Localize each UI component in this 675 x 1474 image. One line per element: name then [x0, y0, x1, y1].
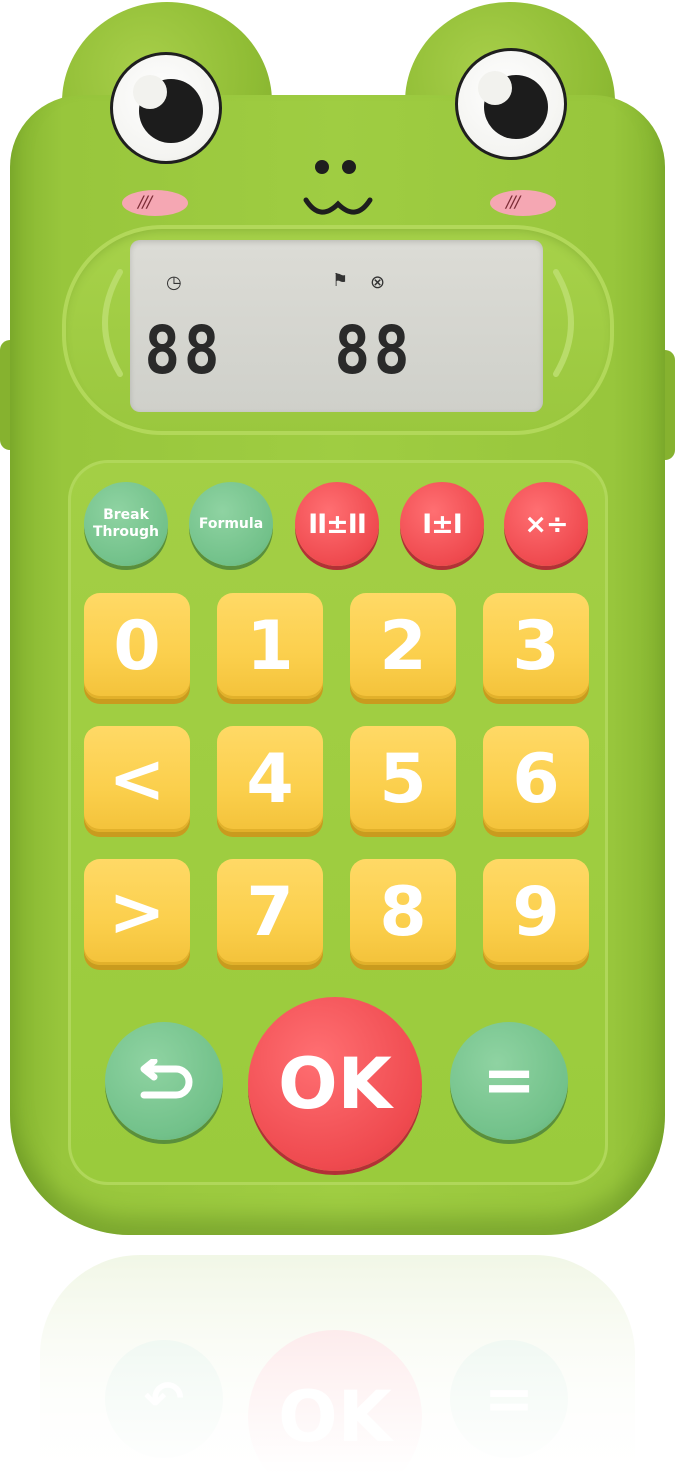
ok-button[interactable]: OK	[248, 997, 422, 1171]
lcd-right-digits: 88	[334, 312, 414, 389]
key-5[interactable]: 5	[350, 726, 456, 832]
key-0[interactable]: 0	[84, 593, 190, 699]
display-right-bracket	[553, 269, 574, 377]
left-nostril	[315, 160, 329, 174]
clock-icon: ◷	[166, 272, 182, 293]
break-through-label: Break Through	[93, 507, 159, 540]
right-eye	[455, 48, 567, 160]
plus-minus-button[interactable]: I±I	[400, 482, 484, 566]
key-2[interactable]: 2	[350, 593, 456, 699]
right-pupil	[478, 71, 548, 139]
double-plus-minus-label: II±II	[308, 508, 367, 540]
reflection-fade	[0, 1255, 675, 1474]
multiply-divide-label: ×÷	[524, 508, 568, 540]
formula-label: Formula	[198, 515, 264, 532]
left-pupil	[133, 75, 203, 143]
formula-button[interactable]: Formula	[189, 482, 273, 566]
lcd-left-digits: 88	[144, 312, 224, 389]
frog-calculator-toy: /// /// ◷ ⚑ ⊗ 88 88 Break Through Formul…	[0, 0, 675, 1240]
multiply-divide-button[interactable]: ×÷	[504, 482, 588, 566]
key-9[interactable]: 9	[483, 859, 589, 965]
equals-button[interactable]: =	[450, 1022, 568, 1140]
key-4[interactable]: 4	[217, 726, 323, 832]
key-1[interactable]: 1	[217, 593, 323, 699]
left-eye	[110, 52, 222, 164]
key-6[interactable]: 6	[483, 726, 589, 832]
display-left-bracket	[102, 269, 123, 377]
back-button[interactable]	[105, 1022, 223, 1140]
return-arrow-icon	[140, 1059, 193, 1099]
left-cheek: ///	[122, 190, 188, 216]
plus-minus-label: I±I	[422, 508, 463, 540]
break-through-button[interactable]: Break Through	[84, 482, 168, 566]
smile-mouth	[303, 197, 373, 215]
right-cheek: ///	[490, 190, 556, 216]
key-8[interactable]: 8	[350, 859, 456, 965]
key-7[interactable]: 7	[217, 859, 323, 965]
error-x-icon: ⊗	[370, 272, 386, 293]
key-3[interactable]: 3	[483, 593, 589, 699]
right-nostril	[342, 160, 356, 174]
flag-icon: ⚑	[332, 270, 349, 291]
double-plus-minus-button[interactable]: II±II	[295, 482, 379, 566]
key-right-arrow[interactable]: >	[84, 859, 190, 965]
key-left-arrow[interactable]: <	[84, 726, 190, 832]
